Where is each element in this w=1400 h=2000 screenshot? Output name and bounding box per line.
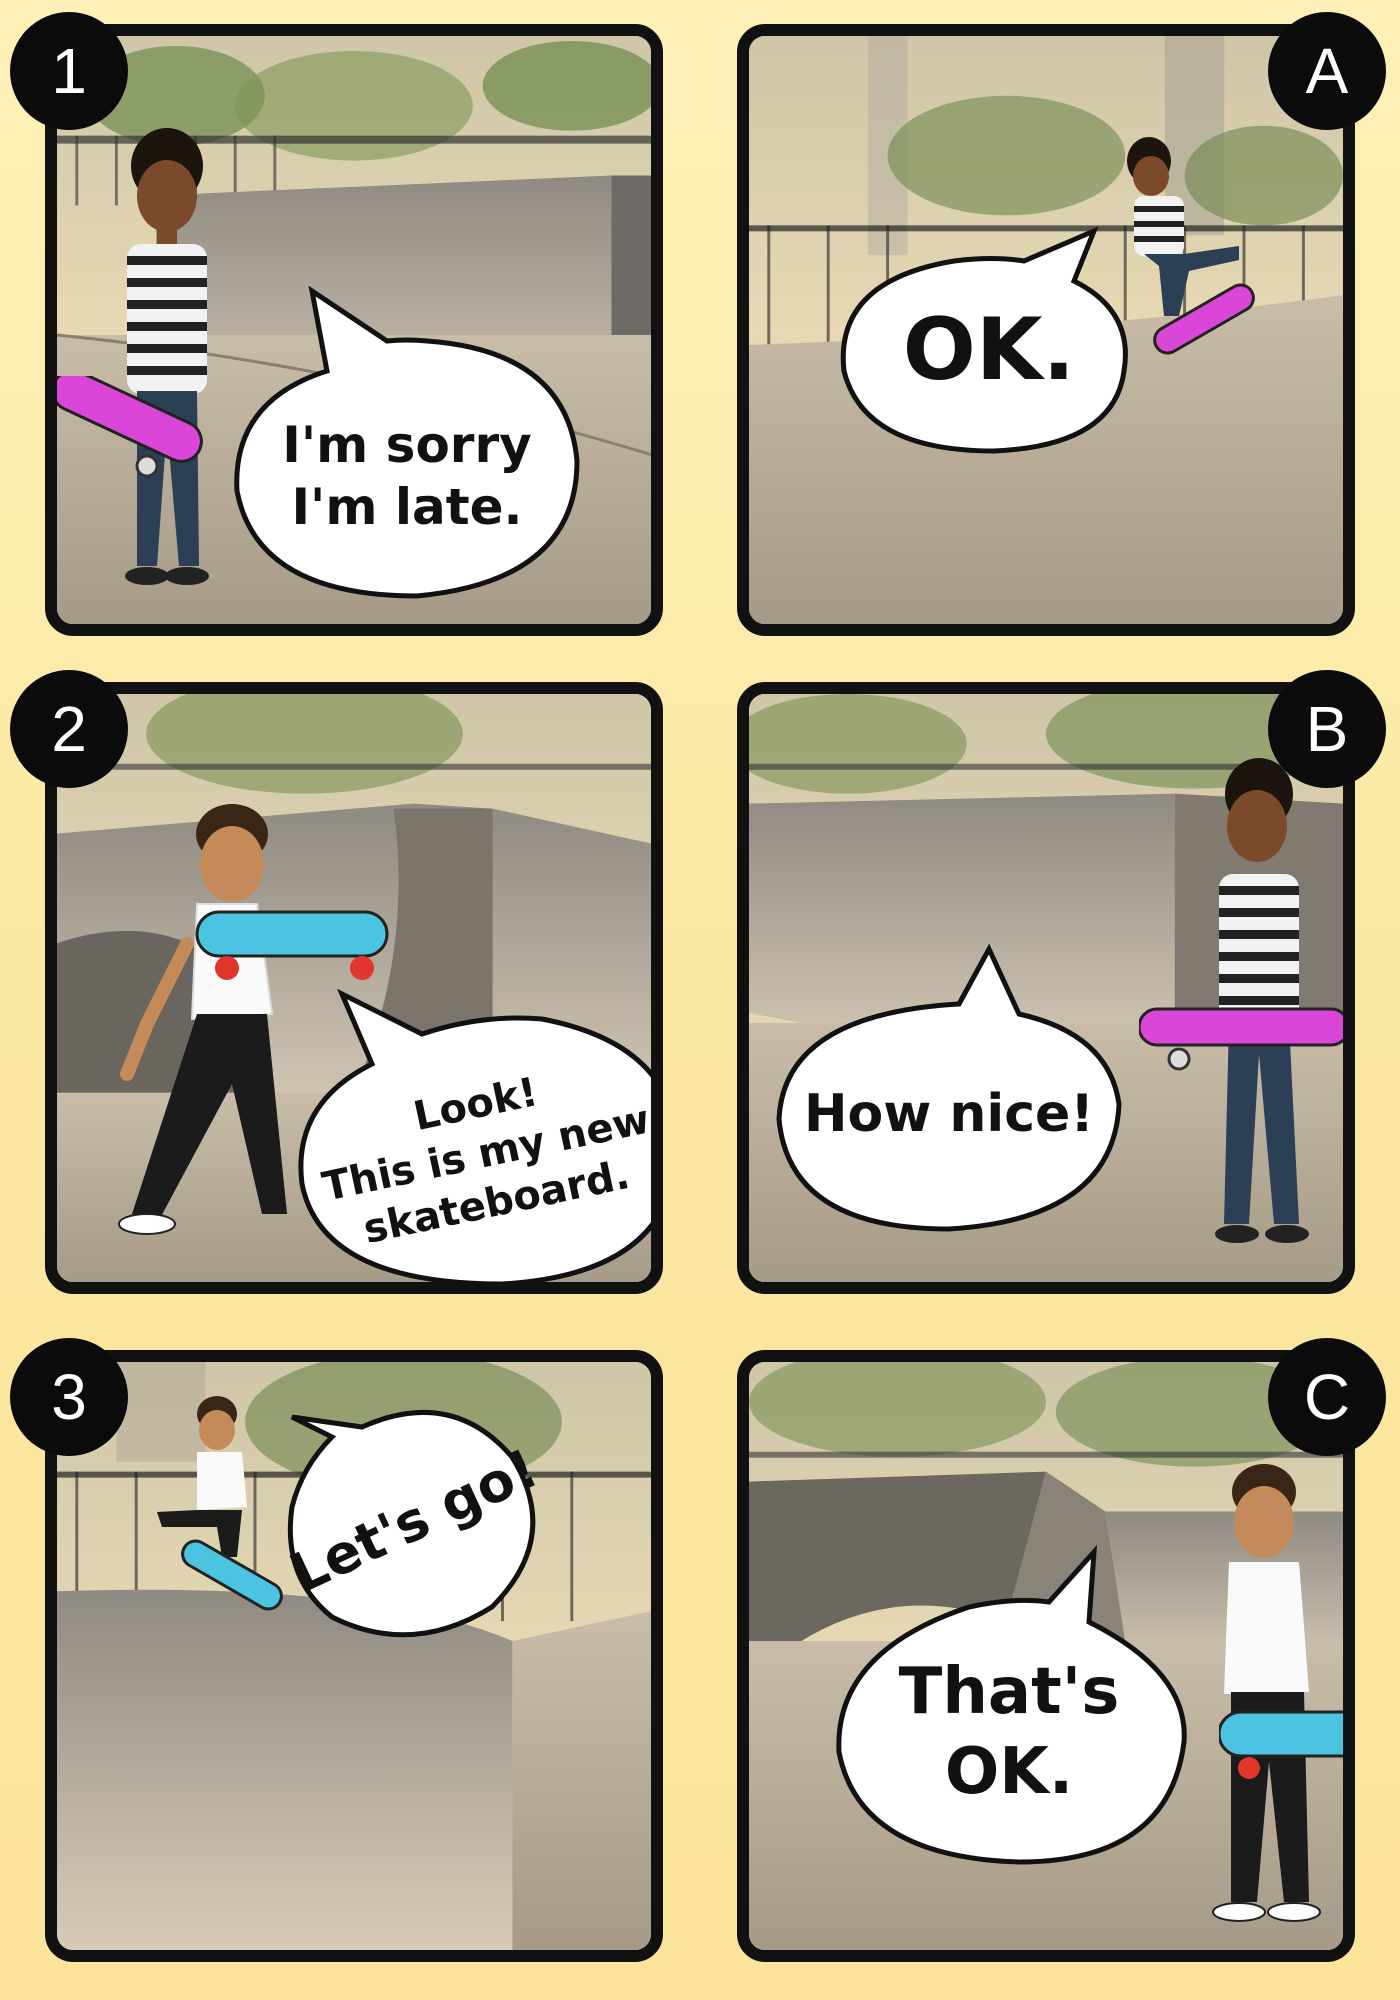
comic-panel-2: Look! This is my new skateboard.: [45, 682, 663, 1294]
blue-skateboard: [1219, 1710, 1343, 1779]
speech-bubble: Let's go!: [272, 1377, 552, 1657]
panel-badge-1: 1: [10, 12, 128, 130]
speech-text: OK.: [902, 300, 1076, 401]
panel-badge-b: B: [1268, 670, 1386, 788]
speech-bubble: Look! This is my new skateboard.: [272, 974, 651, 1282]
panel-badge-a: A: [1268, 12, 1386, 130]
speech-bubble: OK.: [824, 221, 1154, 461]
speech-text: That's OK.: [898, 1655, 1120, 1809]
pink-skateboard: [1139, 1007, 1343, 1071]
pink-skateboard: [57, 376, 203, 478]
comic-panel-b: How nice!: [737, 682, 1355, 1294]
panel-badge-3: 3: [10, 1338, 128, 1456]
speech-text: How nice!: [803, 1083, 1095, 1144]
comic-panel-3: Let's go!: [45, 1350, 663, 1962]
speech-bubble: I'm sorry I'm late.: [217, 281, 597, 611]
comic-panel-a: OK.: [737, 24, 1355, 636]
speech-text: I'm sorry I'm late.: [282, 415, 532, 537]
comic-panel-1: I'm sorry I'm late.: [45, 24, 663, 636]
speech-bubble: That's OK.: [819, 1544, 1199, 1872]
panel-badge-2: 2: [10, 670, 128, 788]
comic-panel-c: That's OK.: [737, 1350, 1355, 1962]
panel-badge-c: C: [1268, 1338, 1386, 1456]
speech-bubble: How nice!: [759, 943, 1139, 1244]
